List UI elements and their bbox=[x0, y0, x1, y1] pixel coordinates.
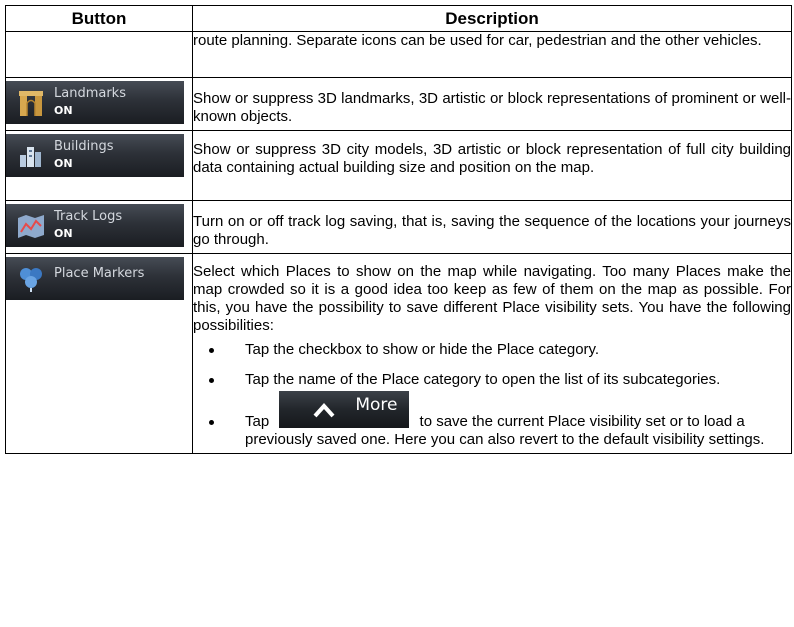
button-label: Track Logs bbox=[54, 209, 123, 224]
row-description: Turn on or off track log saving, that is… bbox=[192, 200, 792, 254]
more-button-label: More bbox=[355, 394, 398, 415]
button-label: Buildings bbox=[54, 139, 114, 154]
table-row: Buildings ON Show or suppress 3D city mo… bbox=[5, 130, 792, 201]
list-item-text: Tap the name of the Place category to op… bbox=[245, 371, 721, 388]
list-item: Tap the name of the Place category to op… bbox=[193, 371, 791, 389]
manual-page: Button Description route planning. Separ… bbox=[0, 0, 794, 627]
table-header-row: Button Description bbox=[5, 5, 792, 32]
more-button[interactable]: More bbox=[279, 391, 410, 428]
table-row: Track Logs ON Turn on or off track log s… bbox=[5, 200, 792, 254]
button-cell: Landmarks ON bbox=[5, 77, 193, 131]
tap-prefix: Tap bbox=[245, 413, 270, 430]
landmarks-button[interactable]: Landmarks ON bbox=[6, 81, 184, 124]
button-cell: Place Markers bbox=[5, 253, 193, 454]
place-markers-button[interactable]: Place Markers bbox=[6, 257, 184, 300]
row-description: Show or suppress 3D city models, 3D arti… bbox=[192, 130, 792, 201]
bullet-icon bbox=[209, 378, 214, 383]
button-state: ON bbox=[54, 227, 73, 240]
list-item-text: Tap the checkbox to show or hide the Pla… bbox=[245, 341, 600, 358]
landmark-arch-icon bbox=[16, 88, 46, 118]
table-row: Place Markers Select which Places to sho… bbox=[5, 253, 792, 454]
list-item: Tap More to save the current Place visib… bbox=[193, 391, 791, 449]
button-label: Place Markers bbox=[54, 266, 145, 281]
row-description: Show or suppress 3D landmarks, 3D artist… bbox=[192, 77, 792, 131]
button-label: Landmarks bbox=[54, 86, 126, 101]
button-cell: Buildings ON bbox=[5, 130, 193, 201]
track-logs-button[interactable]: Track Logs ON bbox=[6, 204, 184, 247]
button-cell: Track Logs ON bbox=[5, 200, 193, 254]
bullet-icon bbox=[209, 420, 214, 425]
button-description-table: Button Description route planning. Separ… bbox=[5, 5, 792, 454]
table-row: route planning. Separate icons can be us… bbox=[5, 31, 792, 78]
place-markers-icon bbox=[16, 264, 46, 294]
track-log-map-icon bbox=[16, 211, 46, 241]
bullet-icon bbox=[209, 348, 214, 353]
button-state: ON bbox=[54, 157, 73, 170]
header-button: Button bbox=[5, 5, 193, 32]
tap-suffix: to save the current Place visibility set bbox=[419, 413, 666, 430]
buildings-icon bbox=[16, 141, 46, 171]
possibilities-list: Tap the checkbox to show or hide the Pla… bbox=[193, 341, 791, 449]
list-item: Tap the checkbox to show or hide the Pla… bbox=[193, 341, 791, 359]
buildings-button[interactable]: Buildings ON bbox=[6, 134, 184, 177]
button-cell-empty bbox=[5, 31, 193, 78]
row-description: Select which Places to show on the map w… bbox=[193, 263, 791, 334]
row-description: route planning. Separate icons can be us… bbox=[192, 31, 792, 78]
table-row: Landmarks ON Show or suppress 3D landmar… bbox=[5, 77, 792, 131]
button-state: ON bbox=[54, 104, 73, 117]
chevron-up-icon bbox=[313, 402, 335, 417]
row-description-block: Select which Places to show on the map w… bbox=[192, 253, 792, 454]
header-description: Description bbox=[192, 5, 792, 32]
